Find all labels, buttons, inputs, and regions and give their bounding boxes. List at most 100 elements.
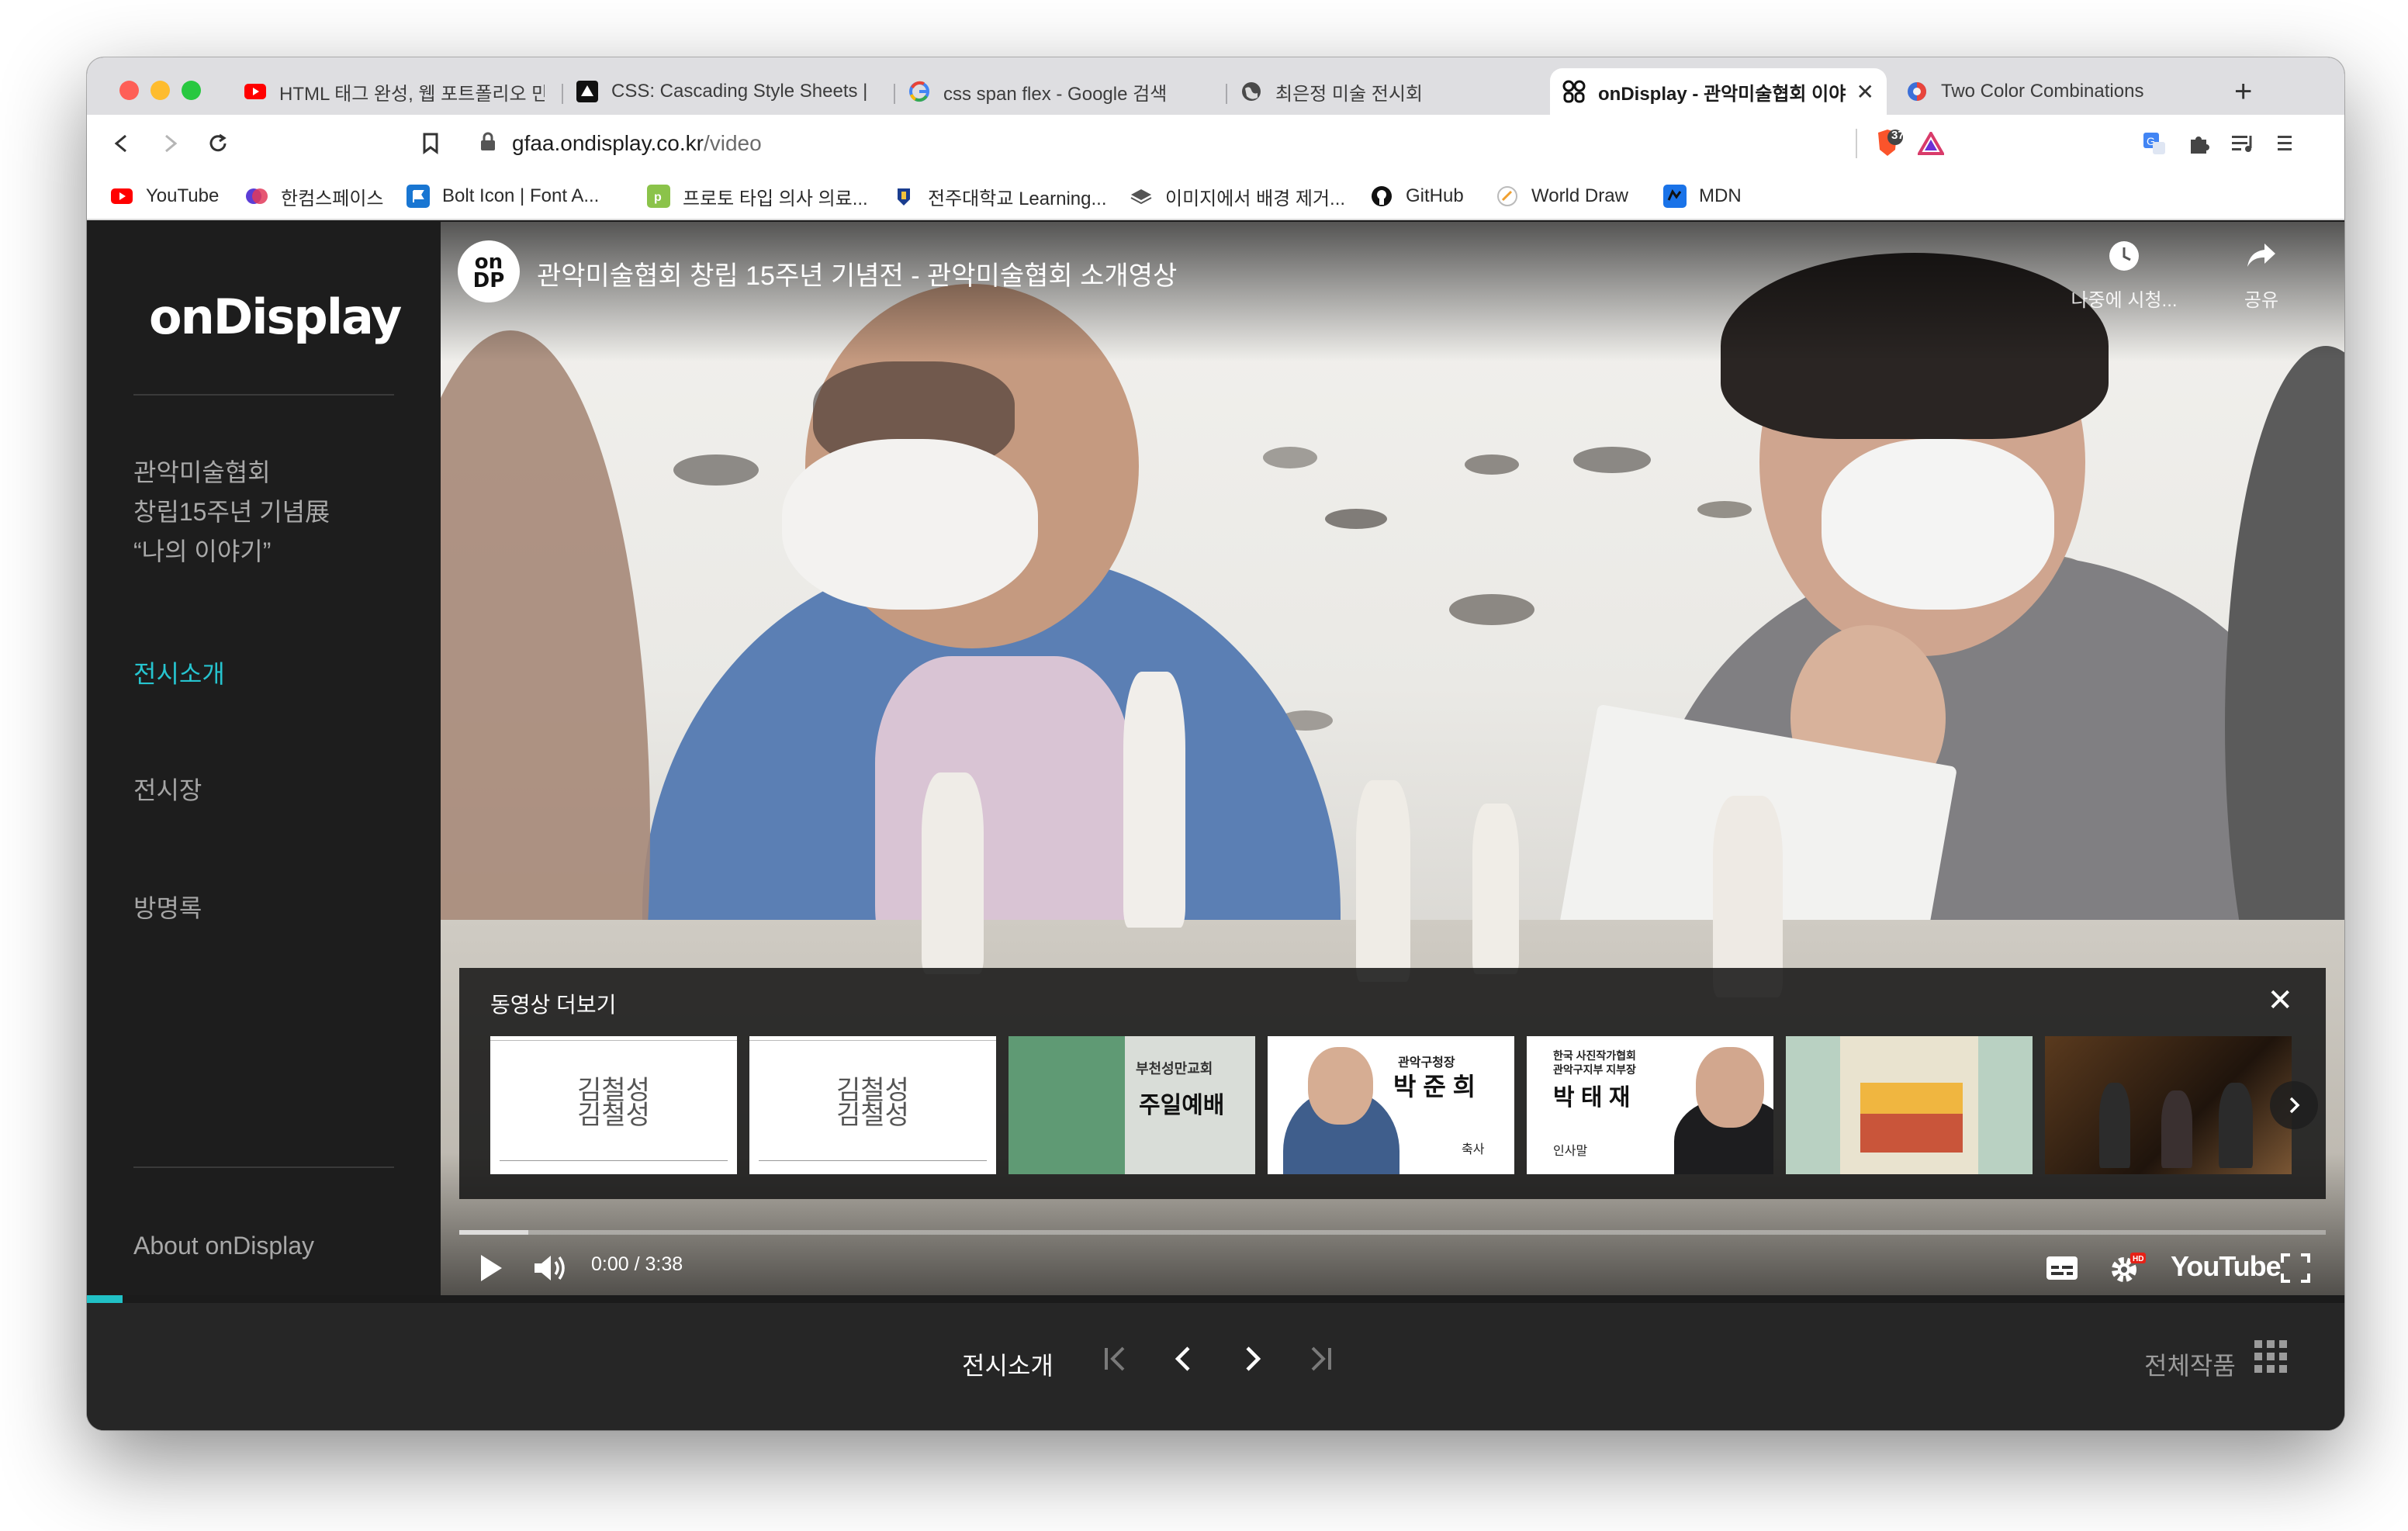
- youtube-logo[interactable]: YouTube: [2171, 1250, 2282, 1283]
- sidebar-divider: [133, 394, 394, 396]
- tab-mdn-css[interactable]: CSS: Cascading Style Sheets |: [563, 68, 889, 115]
- browser-toolbar: gfaa.ondisplay.co.kr/video 37 G: [87, 115, 2344, 172]
- channel-avatar[interactable]: on DP: [458, 240, 520, 302]
- playlist-icon[interactable]: [2225, 126, 2261, 161]
- more-videos-panel: 동영상 더보기 ✕ 김철성 김철성 김철성 김철성 부천성만교회 주일예배 관악…: [459, 968, 2326, 1199]
- tab-strip: HTML 태그 완성, 웹 포트폴리오 만들 CSS: Cascading St…: [87, 57, 2344, 115]
- bookmark-bolt-icon[interactable]: Bolt Icon | Font A...: [407, 181, 599, 211]
- video-title[interactable]: 관악미술협회 창립 15주년 기념전 - 관악미술협회 소개영상: [537, 254, 1177, 292]
- new-tab-button[interactable]: +: [2234, 76, 2252, 107]
- tab-youtube-html[interactable]: HTML 태그 완성, 웹 포트폴리오 만들: [231, 68, 557, 115]
- exhibition-title: 관악미술협회 창립15주년 기념展 “나의 이야기”: [133, 458, 330, 565]
- share-button[interactable]: 공유: [2219, 239, 2304, 312]
- bookmark-prototype[interactable]: p 프로토 타입 의사 의료...: [647, 181, 868, 211]
- sidebar-item-exhibition-intro[interactable]: 전시소개: [133, 655, 225, 690]
- back-button[interactable]: [104, 126, 140, 161]
- sidebar-item-exhibition-hall[interactable]: 전시장: [133, 771, 202, 807]
- video-progress-bar[interactable]: [459, 1230, 2326, 1235]
- bookmark-icon[interactable]: [413, 126, 448, 161]
- tab-two-color[interactable]: Two Color Combinations: [1893, 68, 2219, 115]
- video-player[interactable]: on DP 관악미술협회 창립 15주년 기념전 - 관악미술협회 소개영상 나중…: [441, 222, 2344, 1295]
- time-display: 0:00 / 3:38: [591, 1253, 683, 1275]
- reload-button[interactable]: [200, 126, 236, 161]
- maximize-window-button[interactable]: [182, 81, 201, 100]
- tab-title: CSS: Cascading Style Sheets |: [611, 81, 868, 102]
- svg-text:HD: HD: [2133, 1255, 2143, 1263]
- bookmark-mdn[interactable]: MDN: [1663, 181, 1742, 211]
- first-page-button[interactable]: [1092, 1337, 1139, 1384]
- next-button[interactable]: [1229, 1337, 1275, 1384]
- bookmark-label: YouTube: [146, 185, 220, 206]
- tab-title: HTML 태그 완성, 웹 포트폴리오 만들: [279, 83, 545, 105]
- video-thumbnail-4[interactable]: 관악구청장 박 준 희 축사: [1268, 1036, 1514, 1174]
- url-text: gfaa.ondisplay.co.kr/video: [512, 131, 762, 155]
- previous-button[interactable]: [1161, 1337, 1207, 1384]
- bookmark-github[interactable]: GitHub: [1370, 181, 1464, 211]
- bookmarks-bar: YouTube 한컴스페이스 Bolt Icon | Font A... p 프…: [87, 172, 2344, 220]
- bookmark-world-draw[interactable]: World Draw: [1496, 181, 1628, 211]
- last-page-button[interactable]: [1297, 1337, 1344, 1384]
- svg-text:p: p: [654, 191, 662, 204]
- video-thumbnail-6[interactable]: [1786, 1036, 2033, 1174]
- exhibition-progress: [87, 1295, 2344, 1303]
- brave-rewards-icon[interactable]: [1913, 126, 1949, 161]
- bookmark-youtube[interactable]: YouTube: [110, 181, 219, 211]
- bookmark-label: 전주대학교 Learning...: [928, 188, 1107, 209]
- close-icon[interactable]: ✕: [2267, 985, 2293, 1016]
- tab-title: onDisplay - 관악미술협회 이야: [1598, 83, 1846, 105]
- hancom-icon: [245, 185, 268, 208]
- subtitles-button[interactable]: [2042, 1250, 2082, 1289]
- fullscreen-button[interactable]: [2276, 1250, 2315, 1289]
- tab-ondisplay-active[interactable]: onDisplay - 관악미술협회 이야 ✕: [1550, 68, 1887, 115]
- mdn-icon: [1663, 185, 1687, 208]
- prototype-icon: p: [647, 185, 670, 208]
- video-thumbnail-1[interactable]: 김철성 김철성: [490, 1036, 737, 1174]
- close-window-button[interactable]: [119, 81, 139, 100]
- minimize-window-button[interactable]: [150, 81, 170, 100]
- next-videos-button[interactable]: [2270, 1081, 2318, 1129]
- video-thumbnail-5[interactable]: 한국 사진작가협회 관악구지부 지부장 박 태 재 인사말: [1527, 1036, 1773, 1174]
- extensions-icon[interactable]: [2181, 126, 2217, 161]
- chevron-right-icon: [1237, 1343, 1268, 1378]
- grid-icon[interactable]: [2254, 1340, 2287, 1373]
- ondisplay-app: onDisplay 관악미술협회 창립15주년 기념展 “나의 이야기” 전시소…: [87, 222, 2344, 1430]
- shield-count-badge: 37: [1891, 129, 1905, 142]
- mute-button[interactable]: [529, 1250, 573, 1289]
- video-thumbnail-2[interactable]: 김철성 김철성: [749, 1036, 996, 1174]
- tab-title: 최은정 미술 전시회: [1275, 83, 1423, 105]
- address-bar[interactable]: gfaa.ondisplay.co.kr/video: [462, 122, 1963, 165]
- tab-google-search[interactable]: css span flex - Google 검색: [895, 68, 1221, 115]
- video-thumbnail-7[interactable]: [2045, 1036, 2292, 1174]
- about-link[interactable]: About onDisplay: [133, 1232, 314, 1260]
- translate-icon[interactable]: G: [2136, 126, 2172, 161]
- subtitles-icon: [2045, 1255, 2079, 1285]
- sidebar-item-guestbook[interactable]: 방명록: [133, 889, 202, 924]
- settings-button[interactable]: HD: [2105, 1250, 2149, 1289]
- close-tab-icon[interactable]: ✕: [1856, 79, 1874, 105]
- ondisplay-logo[interactable]: onDisplay: [149, 289, 402, 345]
- all-works-button[interactable]: 전체작품: [2144, 1346, 2236, 1382]
- clock-icon: [2107, 241, 2141, 278]
- video-thumbnail-3[interactable]: 부천성만교회 주일예배: [1009, 1036, 1255, 1174]
- skip-last-icon: [1305, 1343, 1336, 1378]
- fullscreen-icon: [2280, 1253, 2311, 1287]
- layers-icon: [1130, 185, 1153, 208]
- bookmark-hancom[interactable]: 한컴스페이스: [245, 181, 383, 211]
- menu-icon[interactable]: [2267, 126, 2302, 161]
- world-draw-icon: [1496, 185, 1519, 208]
- play-button[interactable]: [472, 1250, 510, 1289]
- bookmark-remove-bg[interactable]: 이미지에서 배경 제거...: [1130, 181, 1345, 211]
- bookmark-label: 한컴스페이스: [281, 188, 384, 209]
- mdn-icon: [576, 80, 599, 103]
- watch-later-button[interactable]: 나중에 시청...: [2070, 239, 2178, 312]
- tab-gallery[interactable]: 최은정 미술 전시회: [1227, 68, 1553, 115]
- browser-window: HTML 태그 완성, 웹 포트폴리오 만들 CSS: Cascading St…: [87, 57, 2344, 1430]
- youtube-icon: [110, 185, 133, 208]
- bookmark-label: MDN: [1699, 185, 1742, 206]
- more-videos-title: 동영상 더보기: [490, 993, 617, 1017]
- gear-icon: HD: [2109, 1251, 2146, 1289]
- brave-shield-icon[interactable]: 37: [1870, 126, 1905, 161]
- bookmark-jeonju-learning[interactable]: 전주대학교 Learning...: [892, 181, 1106, 211]
- forward-button[interactable]: [152, 126, 188, 161]
- sidebar-divider: [133, 1166, 394, 1168]
